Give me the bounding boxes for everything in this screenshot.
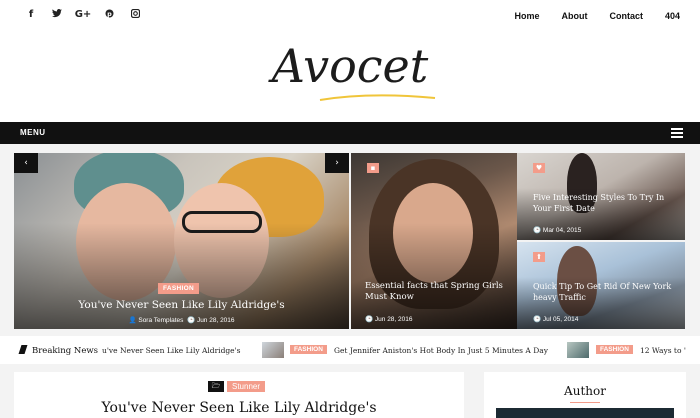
ticker-tag[interactable]: FASHION: [596, 345, 633, 354]
instagram-icon[interactable]: [122, 8, 148, 21]
nav-404[interactable]: 404: [665, 11, 680, 21]
featured-post-right-top[interactable]: ♥ Five Interesting Styles To Try In Your…: [517, 153, 685, 240]
post-date: Jul 05, 2014: [542, 316, 579, 323]
featured-post-title[interactable]: Quick Tip To Get Rid Of New York heavy T…: [533, 282, 673, 304]
clock-icon: 🕒: [533, 227, 543, 234]
ticker-item[interactable]: 12 Ways to ': [640, 346, 686, 355]
category-badge[interactable]: FASHION: [158, 283, 199, 294]
featured-post-title[interactable]: Five Interesting Styles To Try In Your F…: [533, 193, 673, 215]
widget-divider: [570, 402, 600, 403]
post-date: Jun 28, 2016: [374, 316, 413, 323]
main-menu-bar: MENU: [0, 122, 700, 144]
ticker-tag[interactable]: FASHION: [290, 345, 327, 354]
nav-about[interactable]: About: [561, 11, 587, 21]
post-date: Jun 28, 2016: [196, 317, 235, 324]
social-icons: f G+ p: [18, 8, 148, 21]
nav-contact[interactable]: Contact: [609, 11, 643, 21]
clock-icon: 🕒: [365, 316, 375, 323]
featured-post-main[interactable]: ‹ › FASHION You've Never Seen Like Lily …: [14, 153, 349, 329]
google-plus-icon[interactable]: G+: [70, 9, 96, 21]
featured-slider: ‹ › FASHION You've Never Seen Like Lily …: [14, 153, 685, 329]
nav-home[interactable]: Home: [514, 11, 539, 21]
slider-prev-button[interactable]: ‹: [14, 153, 38, 173]
author-widget: Author: [484, 372, 686, 418]
breaking-news-ticker: Breaking News u've Never Seen Like Lily …: [0, 336, 700, 364]
post-meta: 🕒 Mar 04, 2015: [533, 226, 581, 234]
featured-post-title[interactable]: You've Never Seen Like Lily Aldridge's: [14, 298, 349, 312]
featured-post-middle[interactable]: ▪ Essential facts that Spring Girls Must…: [351, 153, 517, 329]
post-title[interactable]: You've Never Seen Like Lily Aldridge's: [14, 400, 464, 416]
ticker-thumbnail[interactable]: [262, 342, 284, 358]
post-meta: 👤 Sora Templates 🕒 Jun 28, 2016: [14, 316, 349, 324]
clock-icon: 🕒: [187, 317, 197, 324]
post-meta: 🕒 Jun 28, 2016: [365, 315, 413, 323]
user-icon: 👤: [128, 317, 139, 324]
post-card: 🗁 Stunner You've Never Seen Like Lily Al…: [14, 372, 464, 418]
breaking-news-label: Breaking News: [18, 345, 98, 356]
top-navigation: Home About Contact 404: [492, 11, 680, 21]
folder-icon: 🗁: [208, 381, 224, 392]
pinterest-icon[interactable]: p: [96, 9, 122, 21]
ticker-thumbnail[interactable]: [567, 342, 589, 358]
clock-icon: 🕒: [533, 316, 543, 323]
svg-text:p: p: [107, 10, 112, 18]
logo-text: Avocet: [268, 39, 429, 93]
upload-icon: ⬆: [533, 252, 545, 262]
heart-icon: ♥: [533, 163, 545, 173]
menu-label[interactable]: MENU: [20, 128, 46, 137]
ticker-item[interactable]: Get Jennifer Aniston's Hot Body In Just …: [334, 346, 548, 355]
twitter-icon[interactable]: [44, 9, 70, 21]
chat-icon: ▪: [367, 163, 379, 173]
site-logo[interactable]: Avocet: [0, 30, 700, 110]
featured-post-title[interactable]: Essential facts that Spring Girls Must K…: [365, 281, 510, 304]
ticker-item[interactable]: u've Never Seen Like Lily Aldridge's: [102, 346, 241, 355]
facebook-icon[interactable]: f: [18, 9, 44, 21]
slider-next-button[interactable]: ›: [325, 153, 349, 173]
hamburger-icon[interactable]: [671, 128, 683, 138]
post-category[interactable]: Stunner: [227, 381, 266, 392]
post-date: Mar 04, 2015: [542, 227, 582, 234]
post-meta: 🕒 Jul 05, 2014: [533, 315, 578, 323]
post-author[interactable]: Sora Templates: [138, 317, 183, 324]
featured-post-right-bottom[interactable]: ⬆ Quick Tip To Get Rid Of New York heavy…: [517, 242, 685, 329]
flag-icon: [18, 345, 28, 354]
widget-title: Author: [564, 384, 606, 398]
author-image: [496, 408, 674, 418]
header: f G+ p Home About Contact 404 Avocet: [0, 0, 700, 122]
